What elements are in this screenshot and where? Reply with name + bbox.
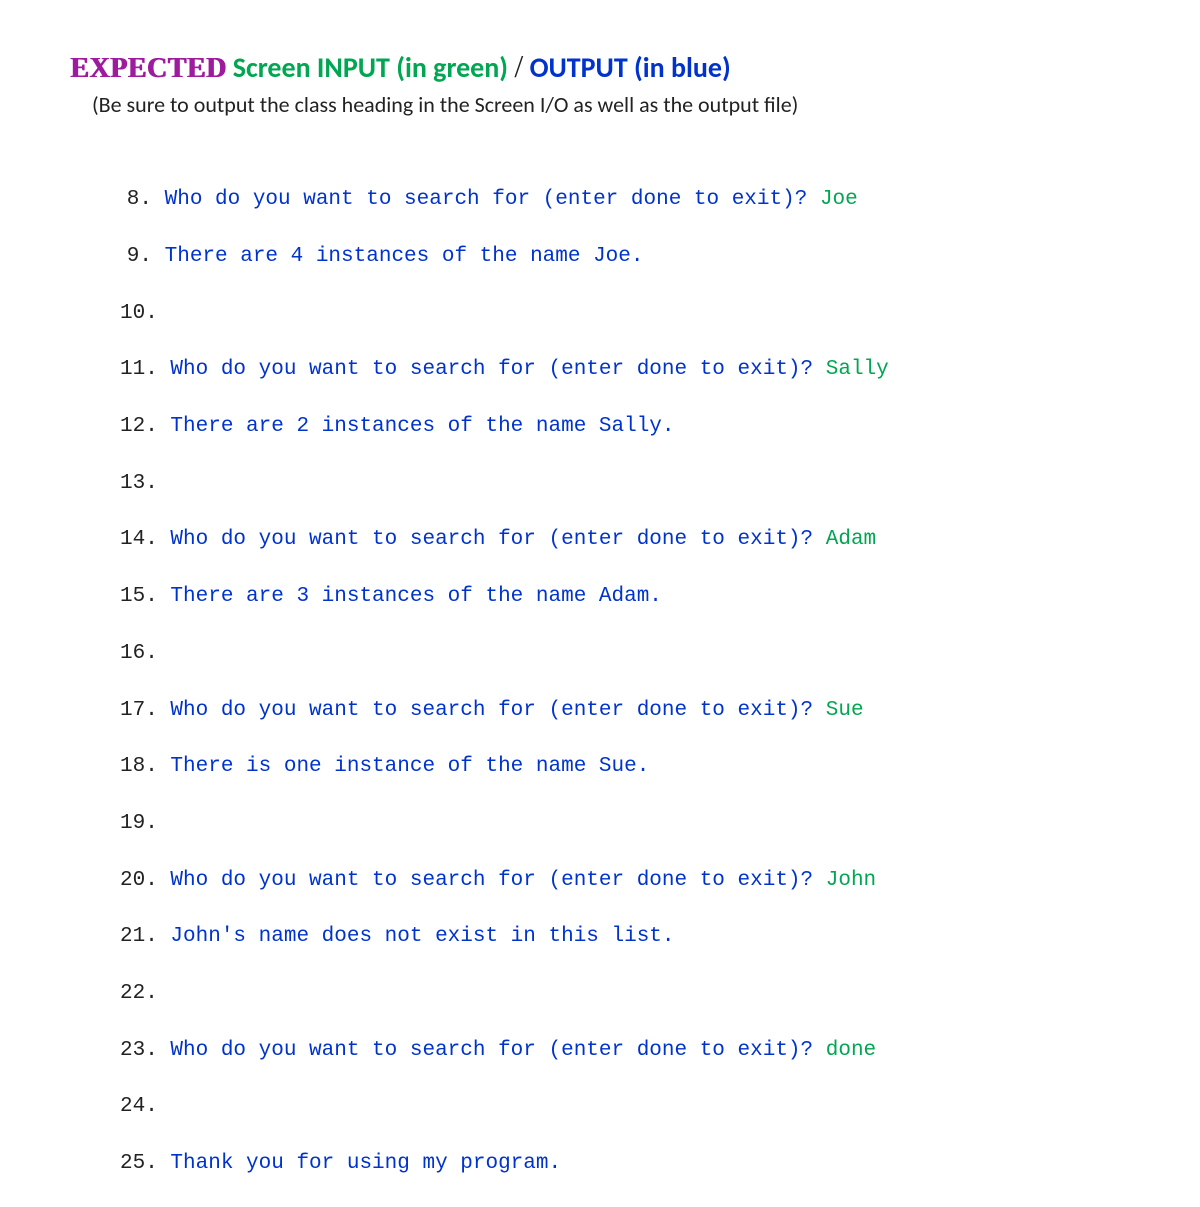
line-number: 10. [120,300,158,328]
output-text: There is one instance of the name Sue. [170,755,649,778]
heading-expected: EXPECTED [70,53,226,84]
line-number: 8. [120,186,152,214]
prompt-text: Who do you want to search for (enter don… [170,869,813,892]
code-block: 8. Who do you want to search for (enter … [120,158,1130,1207]
line-number: 18. [120,753,158,781]
code-line: 13. [120,470,1130,498]
output-text: There are 4 instances of the name Joe. [165,245,644,268]
code-line: 12. There are 2 instances of the name Sa… [120,413,1130,441]
input-text: Sally [826,358,889,381]
output-text: There are 3 instances of the name Adam. [170,585,661,608]
code-line: 25. Thank you for using my program. [120,1150,1130,1178]
prompt-text: Who do you want to search for (enter don… [170,528,813,551]
line-number: 22. [120,980,158,1008]
line-number: 24. [120,1093,158,1121]
line-number: 25. [120,1150,158,1178]
line-number: 21. [120,923,158,951]
line-number: 20. [120,867,158,895]
line-number: 23. [120,1037,158,1065]
heading-input-part: Screen INPUT (in green) [226,50,514,85]
output-text: John's name does not exist in this list. [170,925,674,948]
code-line: 18. There is one instance of the name Su… [120,753,1130,781]
code-line: 24. [120,1093,1130,1121]
prompt-text: Who do you want to search for (enter don… [170,358,813,381]
input-text: Sue [826,699,864,722]
input-text: John [826,869,876,892]
output-text: Thank you for using my program. [170,1152,561,1175]
heading-slash: / [514,48,523,84]
output-text: There are 2 instances of the name Sally. [170,415,674,438]
line-number: 12. [120,413,158,441]
input-text: done [826,1039,876,1062]
input-text: Joe [820,188,858,211]
line-number: 11. [120,356,158,384]
subheading: (Be sure to output the class heading in … [92,91,1130,118]
line-number: 14. [120,526,158,554]
prompt-text: Who do you want to search for (enter don… [170,1039,813,1062]
prompt-text: Who do you want to search for (enter don… [165,188,808,211]
code-line: 20. Who do you want to search for (enter… [120,867,1130,895]
code-line: 9. There are 4 instances of the name Joe… [120,243,1130,271]
heading-output-part: OUTPUT (in blue) [523,50,730,85]
code-line: 23. Who do you want to search for (enter… [120,1037,1130,1065]
code-line: 19. [120,810,1130,838]
line-number: 13. [120,470,158,498]
line-number: 9. [120,243,152,271]
code-line: 11. Who do you want to search for (enter… [120,356,1130,384]
code-line: 8. Who do you want to search for (enter … [120,186,1130,214]
code-line: 21. John's name does not exist in this l… [120,923,1130,951]
prompt-text: Who do you want to search for (enter don… [170,699,813,722]
code-line: 10. [120,300,1130,328]
main-heading: EXPECTED Screen INPUT (in green) / OUTPU… [70,48,1130,85]
code-line: 15. There are 3 instances of the name Ad… [120,583,1130,611]
input-text: Adam [826,528,876,551]
code-line: 22. [120,980,1130,1008]
line-number: 15. [120,583,158,611]
code-line: 16. [120,640,1130,668]
line-number: 16. [120,640,158,668]
line-number: 19. [120,810,158,838]
code-line: 14. Who do you want to search for (enter… [120,526,1130,554]
